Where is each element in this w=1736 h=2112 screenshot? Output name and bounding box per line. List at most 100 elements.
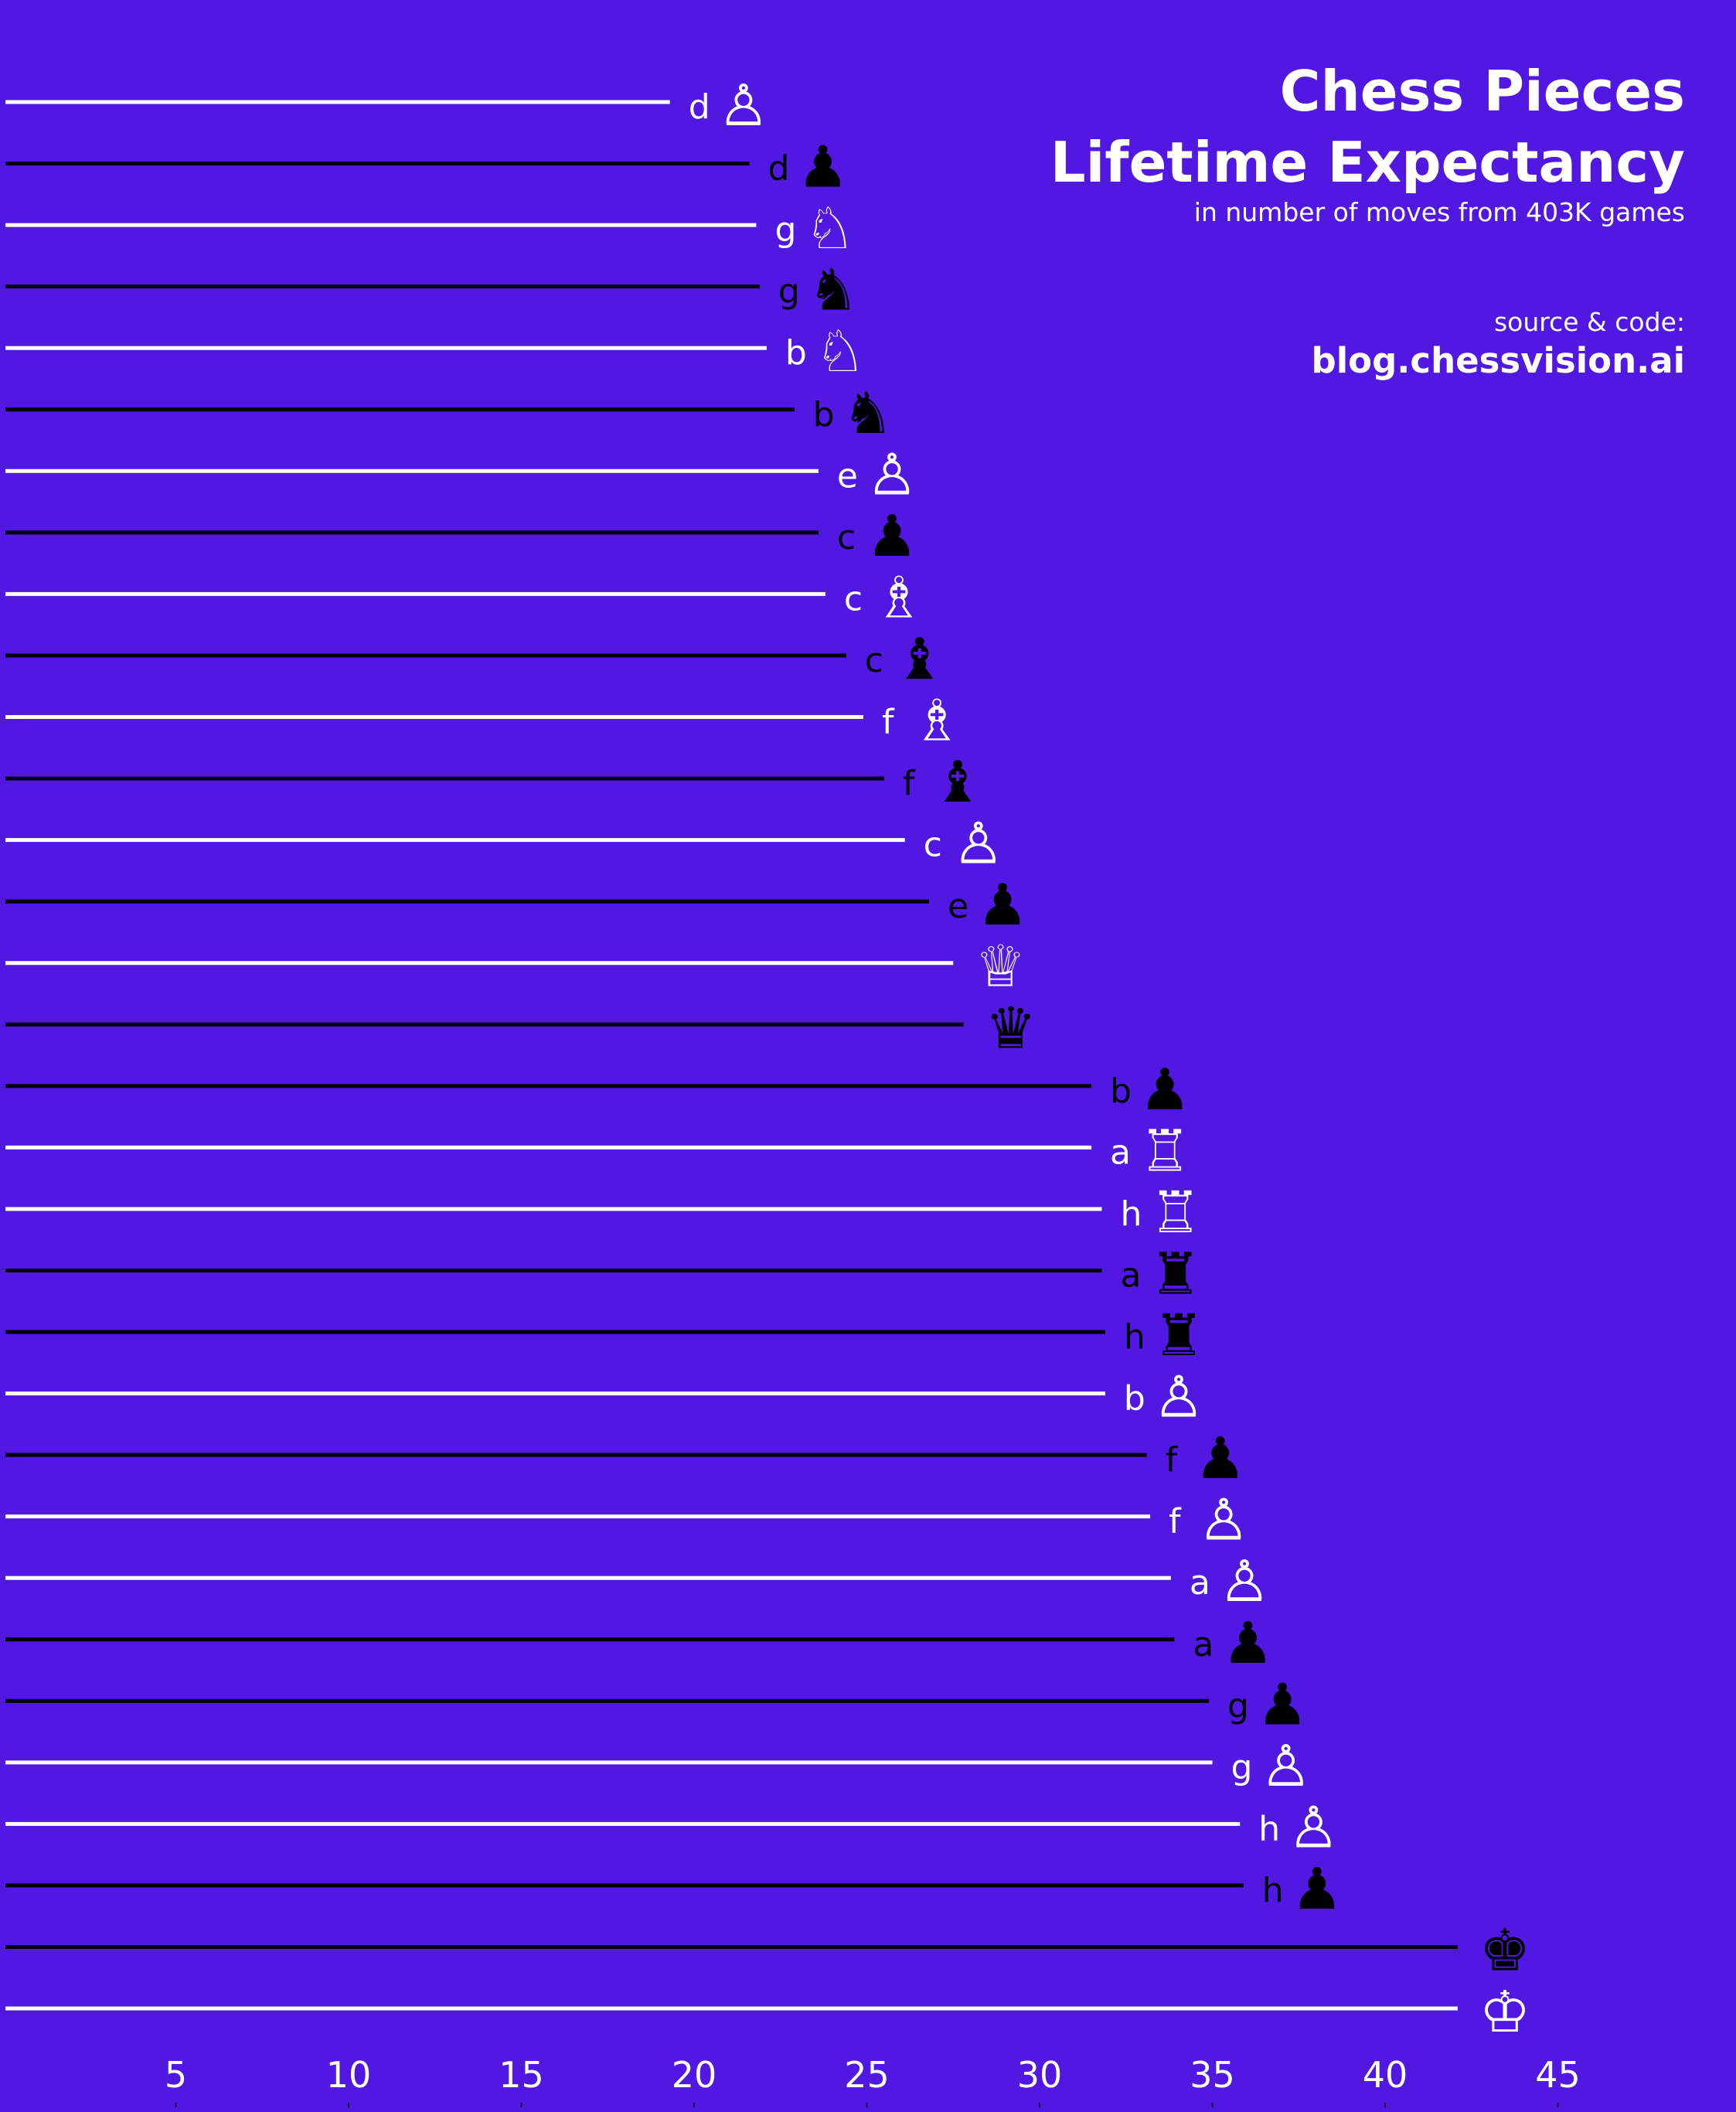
bar bbox=[5, 899, 929, 904]
file-label: b bbox=[785, 333, 807, 373]
bar bbox=[5, 1084, 1092, 1088]
x-tick-mark bbox=[1211, 2103, 1213, 2107]
black-pawn-icon: ♟ bbox=[1257, 1671, 1308, 1738]
file-label: h bbox=[1124, 1317, 1145, 1357]
black-pawn-icon: ♟ bbox=[1139, 1057, 1190, 1123]
file-label: g bbox=[1227, 1686, 1249, 1725]
file-label: a bbox=[1120, 1255, 1141, 1295]
bar bbox=[5, 1207, 1102, 1211]
black-knight-icon: ♞ bbox=[842, 380, 894, 447]
file-label: b bbox=[1124, 1379, 1145, 1419]
file-label: e bbox=[948, 887, 968, 926]
bar bbox=[5, 715, 864, 719]
bar bbox=[5, 1945, 1458, 1949]
black-bishop-icon: ♝ bbox=[894, 626, 945, 693]
white-pawn-icon: ♙ bbox=[1153, 1364, 1204, 1431]
black-rook-icon: ♜ bbox=[1153, 1303, 1204, 1369]
white-pawn-icon: ♙ bbox=[718, 73, 769, 139]
white-pawn-icon: ♙ bbox=[953, 811, 1004, 877]
x-tick-label: 10 bbox=[326, 2054, 372, 2096]
bar bbox=[5, 653, 846, 658]
source-link[interactable]: blog.chessvision.ai bbox=[1312, 340, 1685, 381]
bar bbox=[5, 162, 750, 166]
white-pawn-icon: ♙ bbox=[1198, 1487, 1249, 1554]
x-tick-mark bbox=[1039, 2103, 1040, 2107]
file-label: e bbox=[837, 456, 858, 496]
bar bbox=[5, 591, 825, 596]
white-king-icon: ♔ bbox=[1479, 1979, 1530, 2046]
bar bbox=[5, 1821, 1241, 1826]
black-pawn-icon: ♟ bbox=[977, 872, 1028, 938]
bar bbox=[5, 1453, 1147, 1457]
file-label: g bbox=[1231, 1748, 1253, 1787]
black-rook-icon: ♜ bbox=[1149, 1241, 1200, 1307]
file-label: g bbox=[774, 210, 796, 250]
white-queen-icon: ♕ bbox=[975, 934, 1026, 1000]
black-pawn-icon: ♟ bbox=[1222, 1610, 1273, 1677]
bar bbox=[5, 530, 819, 535]
x-tick-mark bbox=[175, 2103, 177, 2107]
file-label: h bbox=[1262, 1871, 1284, 1910]
x-tick-label: 35 bbox=[1190, 2054, 1235, 2096]
x-tick-label: 5 bbox=[165, 2054, 187, 2096]
chart-title-line2: Lifetime Expectancy bbox=[1050, 130, 1685, 195]
file-label: b bbox=[1110, 1071, 1132, 1111]
white-bishop-icon: ♗ bbox=[873, 564, 924, 631]
chart-background bbox=[0, 0, 1736, 2112]
white-rook-icon: ♖ bbox=[1149, 1180, 1200, 1246]
file-label: c bbox=[837, 518, 856, 557]
x-tick-label: 45 bbox=[1535, 2054, 1581, 2096]
white-knight-icon: ♘ bbox=[804, 196, 855, 262]
x-tick-label: 40 bbox=[1363, 2054, 1408, 2096]
file-label: c bbox=[865, 641, 883, 680]
x-tick-mark bbox=[1557, 2103, 1559, 2107]
bar bbox=[5, 1514, 1151, 1519]
bar bbox=[5, 1330, 1105, 1334]
x-tick-label: 25 bbox=[844, 2054, 890, 2096]
bar bbox=[5, 346, 767, 350]
white-rook-icon: ♖ bbox=[1139, 1118, 1190, 1184]
x-tick-label: 15 bbox=[499, 2054, 544, 2096]
bar bbox=[5, 1883, 1244, 1888]
black-king-icon: ♚ bbox=[1479, 1918, 1530, 1984]
black-queen-icon: ♛ bbox=[985, 995, 1036, 1061]
file-label: c bbox=[844, 579, 863, 618]
x-tick-mark bbox=[520, 2103, 523, 2107]
white-bishop-icon: ♗ bbox=[911, 688, 962, 755]
file-label: a bbox=[1110, 1133, 1131, 1172]
black-pawn-icon: ♟ bbox=[1195, 1426, 1246, 1492]
bar bbox=[5, 407, 795, 412]
bar bbox=[5, 1637, 1175, 1642]
file-label: f bbox=[903, 764, 916, 803]
file-label: d bbox=[689, 87, 710, 127]
file-label: f bbox=[882, 703, 895, 742]
black-knight-icon: ♞ bbox=[808, 257, 859, 324]
bar bbox=[5, 1760, 1213, 1765]
bar bbox=[5, 2006, 1458, 2011]
bar bbox=[5, 1145, 1092, 1150]
file-label: g bbox=[778, 272, 800, 312]
file-label: f bbox=[1166, 1440, 1179, 1480]
file-label: h bbox=[1120, 1194, 1142, 1234]
file-label: h bbox=[1258, 1809, 1280, 1848]
bar bbox=[5, 1268, 1102, 1272]
x-tick-mark bbox=[348, 2103, 349, 2107]
black-bishop-icon: ♝ bbox=[932, 749, 983, 816]
x-tick-mark bbox=[1384, 2103, 1386, 2107]
bar bbox=[5, 100, 670, 104]
file-label: a bbox=[1190, 1563, 1210, 1603]
file-label: d bbox=[768, 149, 790, 189]
file-label: a bbox=[1193, 1625, 1213, 1664]
x-tick-mark bbox=[693, 2103, 695, 2107]
chart-title-line1: Chess Pieces bbox=[1279, 59, 1685, 124]
x-tick-mark bbox=[866, 2103, 868, 2107]
white-pawn-icon: ♙ bbox=[866, 441, 917, 508]
lifetime-chart: d ♙d ♟g ♘g ♞b ♘b ♞e ♙c ♟c ♗c ♝f ♗f ♝c ♙e ♟♕♛b ♟a ♖h ♖a ♜h ♜… bbox=[0, 0, 1736, 2112]
bar bbox=[5, 838, 905, 843]
black-pawn-icon: ♟ bbox=[1292, 1856, 1343, 1923]
bar bbox=[5, 1575, 1171, 1580]
chart-subtitle: in number of moves from 403K games bbox=[1193, 197, 1685, 227]
white-knight-icon: ♘ bbox=[815, 319, 866, 385]
x-tick-label: 20 bbox=[672, 2054, 717, 2096]
bar bbox=[5, 1392, 1105, 1396]
